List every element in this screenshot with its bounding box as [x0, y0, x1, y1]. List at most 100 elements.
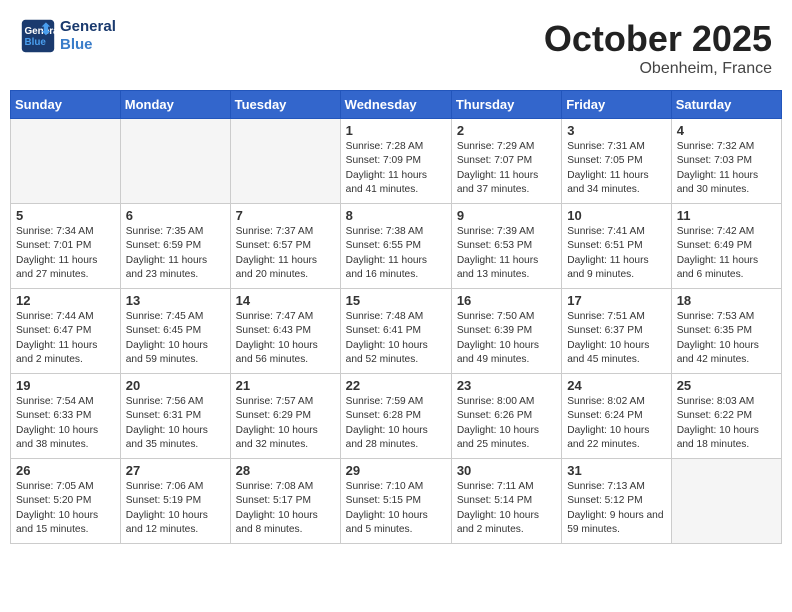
- day-number: 19: [16, 378, 115, 393]
- day-info: Sunrise: 7:53 AM Sunset: 6:35 PM Dayligh…: [677, 310, 776, 367]
- calendar-cell: 7Sunrise: 7:37 AM Sunset: 6:57 PM Daylig…: [230, 204, 340, 289]
- calendar-cell: 18 Sunrise: 7:53 AM Sunset: 6:35 PM Dayli…: [671, 289, 781, 374]
- day-number: 15: [346, 293, 446, 308]
- day-info: Sunrise: 7:47 AM Sunset: 6:43 PM Dayligh…: [236, 310, 335, 367]
- day-info: Sunrise: 7:41 AM Sunset: 6:51 PM Dayligh…: [567, 225, 665, 282]
- day-number: 11: [677, 208, 776, 223]
- calendar-cell: [230, 119, 340, 204]
- day-number: 22: [346, 378, 446, 393]
- calendar-cell: 1 Sunrise: 7:28 AM Sunset: 7:09 PM Daylig…: [340, 119, 451, 204]
- day-number: 28: [236, 463, 335, 478]
- logo-icon: General Blue: [20, 18, 56, 54]
- day-number: 16: [457, 293, 556, 308]
- weekday-header-tuesday: Tuesday: [230, 91, 340, 119]
- day-info: Sunrise: 7:42 AM Sunset: 6:49 PM Dayligh…: [677, 225, 776, 282]
- calendar-cell: 9 Sunrise: 7:39 AM Sunset: 6:53 PM Daylig…: [451, 204, 561, 289]
- day-info: Sunrise: 7:34 AM Sunset: 7:01 PM Dayligh…: [16, 225, 115, 282]
- week-row-5: 26 Sunrise: 7:05 AM Sunset: 5:20 PM Dayli…: [11, 459, 782, 544]
- day-number: 18: [677, 293, 776, 308]
- calendar-cell: 30Sunrise: 7:11 AM Sunset: 5:14 PM Dayli…: [451, 459, 561, 544]
- day-info: Sunrise: 7:39 AM Sunset: 6:53 PM Dayligh…: [457, 225, 556, 282]
- day-number: 3: [567, 123, 665, 138]
- calendar-cell: 6 Sunrise: 7:35 AM Sunset: 6:59 PM Daylig…: [120, 204, 230, 289]
- calendar-cell: 28 Sunrise: 7:08 AM Sunset: 5:17 PM Dayli…: [230, 459, 340, 544]
- day-number: 29: [346, 463, 446, 478]
- calendar-cell: 20 Sunrise: 7:56 AM Sunset: 6:31 PM Dayli…: [120, 374, 230, 459]
- day-number: 17: [567, 293, 665, 308]
- calendar-cell: 23 Sunrise: 8:00 AM Sunset: 6:26 PM Dayli…: [451, 374, 561, 459]
- day-number: 10: [567, 208, 665, 223]
- day-info: Sunrise: 7:45 AM Sunset: 6:45 PM Dayligh…: [126, 310, 225, 367]
- weekday-header-saturday: Saturday: [671, 91, 781, 119]
- day-number: 24: [567, 378, 665, 393]
- day-info: Sunrise: 7:48 AM Sunset: 6:41 PM Dayligh…: [346, 310, 446, 367]
- calendar-cell: [11, 119, 121, 204]
- header: General Blue General Blue October 2025 O…: [10, 10, 782, 82]
- day-number: 6: [126, 208, 225, 223]
- day-info: Sunrise: 7:11 AM Sunset: 5:14 PM Dayligh…: [457, 480, 556, 537]
- day-info: Sunrise: 7:44 AM Sunset: 6:47 PM Dayligh…: [16, 310, 115, 367]
- day-number: 4: [677, 123, 776, 138]
- logo: General Blue General Blue: [20, 18, 116, 54]
- day-info: Sunrise: 7:54 AM Sunset: 6:33 PM Dayligh…: [16, 395, 115, 452]
- day-info: Sunrise: 7:28 AM Sunset: 7:09 PM Dayligh…: [346, 140, 446, 197]
- day-info: Sunrise: 7:31 AM Sunset: 7:05 PM Dayligh…: [567, 140, 665, 197]
- calendar-cell: 3 Sunrise: 7:31 AM Sunset: 7:05 PM Daylig…: [562, 119, 671, 204]
- calendar-cell: 16 Sunrise: 7:50 AM Sunset: 6:39 PM Dayli…: [451, 289, 561, 374]
- day-info: Sunrise: 7:06 AM Sunset: 5:19 PM Dayligh…: [126, 480, 225, 537]
- week-row-1: 1 Sunrise: 7:28 AM Sunset: 7:09 PM Daylig…: [11, 119, 782, 204]
- day-info: Sunrise: 8:02 AM Sunset: 6:24 PM Dayligh…: [567, 395, 665, 452]
- location-title: Obenheim, France: [544, 60, 772, 78]
- day-info: Sunrise: 7:29 AM Sunset: 7:07 PM Dayligh…: [457, 140, 556, 197]
- day-number: 26: [16, 463, 115, 478]
- week-row-4: 19 Sunrise: 7:54 AM Sunset: 6:33 PM Dayli…: [11, 374, 782, 459]
- calendar-cell: 25 Sunrise: 8:03 AM Sunset: 6:22 PM Dayli…: [671, 374, 781, 459]
- calendar-cell: 31Sunrise: 7:13 AM Sunset: 5:12 PM Dayli…: [562, 459, 671, 544]
- day-info: Sunrise: 8:03 AM Sunset: 6:22 PM Dayligh…: [677, 395, 776, 452]
- day-info: Sunrise: 7:57 AM Sunset: 6:29 PM Dayligh…: [236, 395, 335, 452]
- day-number: 9: [457, 208, 556, 223]
- calendar-cell: 5 Sunrise: 7:34 AM Sunset: 7:01 PM Daylig…: [11, 204, 121, 289]
- day-number: 5: [16, 208, 115, 223]
- day-number: 25: [677, 378, 776, 393]
- calendar-table: SundayMondayTuesdayWednesdayThursdayFrid…: [10, 90, 782, 544]
- calendar-cell: 12 Sunrise: 7:44 AM Sunset: 6:47 PM Dayli…: [11, 289, 121, 374]
- day-number: 27: [126, 463, 225, 478]
- day-number: 1: [346, 123, 446, 138]
- weekday-header-monday: Monday: [120, 91, 230, 119]
- calendar-cell: 27 Sunrise: 7:06 AM Sunset: 5:19 PM Dayli…: [120, 459, 230, 544]
- day-info: Sunrise: 7:13 AM Sunset: 5:12 PM Dayligh…: [567, 480, 665, 537]
- day-info: Sunrise: 7:37 AM Sunset: 6:57 PM Dayligh…: [236, 225, 335, 282]
- title-area: October 2025 Obenheim, France: [544, 18, 772, 78]
- calendar-cell: 21 Sunrise: 7:57 AM Sunset: 6:29 PM Dayli…: [230, 374, 340, 459]
- svg-text:General: General: [25, 26, 57, 37]
- weekday-header-sunday: Sunday: [11, 91, 121, 119]
- calendar-cell: 8Sunrise: 7:38 AM Sunset: 6:55 PM Daylig…: [340, 204, 451, 289]
- day-info: Sunrise: 7:32 AM Sunset: 7:03 PM Dayligh…: [677, 140, 776, 197]
- week-row-3: 12 Sunrise: 7:44 AM Sunset: 6:47 PM Dayli…: [11, 289, 782, 374]
- day-info: Sunrise: 8:00 AM Sunset: 6:26 PM Dayligh…: [457, 395, 556, 452]
- day-info: Sunrise: 7:05 AM Sunset: 5:20 PM Dayligh…: [16, 480, 115, 537]
- day-info: Sunrise: 7:50 AM Sunset: 6:39 PM Dayligh…: [457, 310, 556, 367]
- day-number: 23: [457, 378, 556, 393]
- svg-text:Blue: Blue: [25, 37, 47, 48]
- calendar-cell: 13 Sunrise: 7:45 AM Sunset: 6:45 PM Dayli…: [120, 289, 230, 374]
- calendar-cell: 4 Sunrise: 7:32 AM Sunset: 7:03 PM Daylig…: [671, 119, 781, 204]
- day-info: Sunrise: 7:59 AM Sunset: 6:28 PM Dayligh…: [346, 395, 446, 452]
- calendar-cell: [120, 119, 230, 204]
- day-number: 2: [457, 123, 556, 138]
- calendar-cell: 19 Sunrise: 7:54 AM Sunset: 6:33 PM Dayli…: [11, 374, 121, 459]
- day-info: Sunrise: 7:56 AM Sunset: 6:31 PM Dayligh…: [126, 395, 225, 452]
- day-number: 13: [126, 293, 225, 308]
- day-info: Sunrise: 7:08 AM Sunset: 5:17 PM Dayligh…: [236, 480, 335, 537]
- day-info: Sunrise: 7:35 AM Sunset: 6:59 PM Dayligh…: [126, 225, 225, 282]
- day-number: 12: [16, 293, 115, 308]
- calendar-cell: 14Sunrise: 7:47 AM Sunset: 6:43 PM Dayli…: [230, 289, 340, 374]
- calendar-cell: 22 Sunrise: 7:59 AM Sunset: 6:28 PM Dayli…: [340, 374, 451, 459]
- day-number: 21: [236, 378, 335, 393]
- calendar-cell: 11 Sunrise: 7:42 AM Sunset: 6:49 PM Dayli…: [671, 204, 781, 289]
- weekday-header-wednesday: Wednesday: [340, 91, 451, 119]
- day-number: 20: [126, 378, 225, 393]
- calendar-cell: 24 Sunrise: 8:02 AM Sunset: 6:24 PM Dayli…: [562, 374, 671, 459]
- calendar-cell: 17Sunrise: 7:51 AM Sunset: 6:37 PM Dayli…: [562, 289, 671, 374]
